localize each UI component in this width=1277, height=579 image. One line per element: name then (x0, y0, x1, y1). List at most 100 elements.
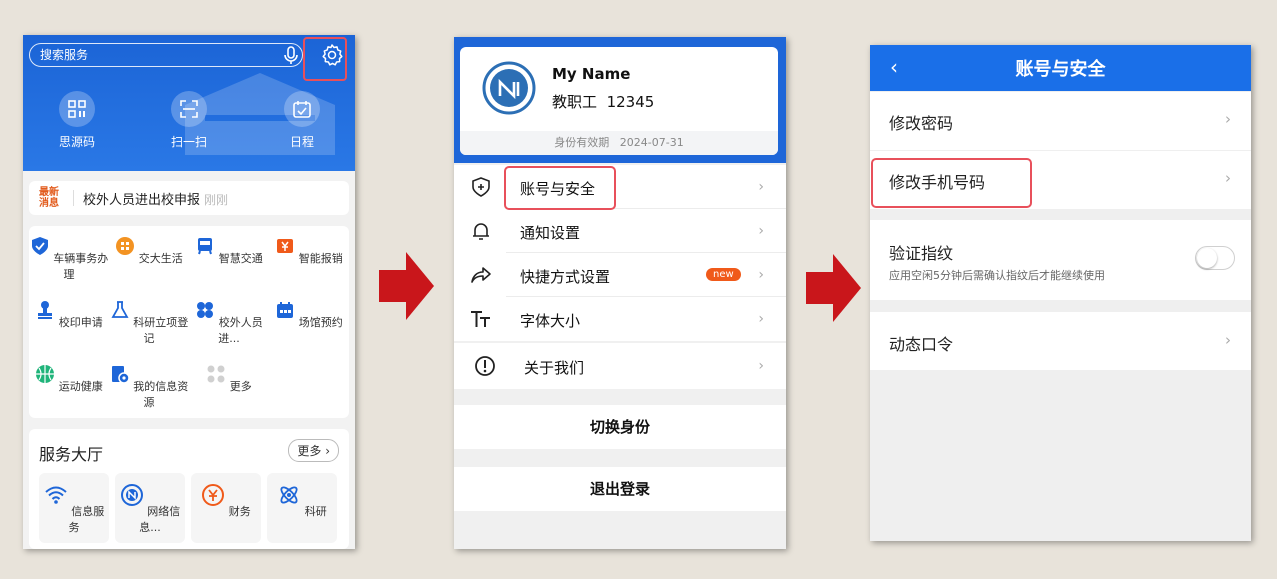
service-hall: 服务大厅 更多 › 信息服务 网络信息... 财务 科研 (29, 429, 349, 549)
quick-action-scan[interactable]: 扫一扫 (159, 91, 219, 150)
logout-button[interactable]: 退出登录 (454, 467, 786, 511)
account-security-highlight (504, 166, 616, 210)
menu-item-shortcuts[interactable]: 快捷方式设置 new › (454, 253, 786, 297)
news-title: 校外人员进出校申报 (83, 193, 201, 208)
grid-item-sports[interactable]: 运动健康 (29, 364, 109, 394)
toggle-knob (1197, 248, 1217, 268)
nav-bar: ‹ 账号与安全 (870, 45, 1251, 91)
hall-card-label: 信息服务 (68, 505, 105, 534)
menu-item-label: 关于我们 (524, 359, 585, 377)
grid-item-traffic[interactable]: 智慧交通 (189, 236, 269, 266)
arrow-right-icon (806, 254, 861, 322)
row-label: 修改密码 (889, 114, 954, 133)
grid-item-label: 更多 (229, 380, 252, 393)
flask-icon (111, 301, 129, 318)
chevron-right-icon: › (758, 223, 764, 239)
dynamic-token-row[interactable]: 动态口令 › (870, 312, 1251, 370)
screen-account-security: ‹ 账号与安全 修改密码 › 修改手机号码 › 验证指纹 应用空闲5分钟后需确认… (870, 45, 1251, 541)
hall-card-label: 科研 (304, 505, 327, 518)
row-label: 动态口令 (889, 335, 954, 354)
news-time: 刚刚 (204, 193, 229, 207)
grid-item-label: 场馆预约 (298, 316, 343, 329)
validity-date: 2024-07-31 (619, 136, 684, 149)
grid-item-reimburse[interactable]: 智能报销 (269, 236, 349, 266)
more-label: 更多 (297, 444, 322, 458)
avatar (482, 61, 536, 115)
home-header: 搜索服务 思源码 扫一扫 日程 (23, 35, 355, 171)
settings-highlight (303, 37, 347, 81)
life-icon (116, 237, 135, 255)
staff-id: 12345 (606, 93, 655, 111)
grid-item-visitor[interactable]: 校外人员进... (189, 300, 269, 346)
network-icon (120, 484, 143, 506)
row-description: 应用空闲5分钟后需确认指纹后才能继续使用 (889, 269, 1105, 282)
quick-action-qrcode[interactable]: 思源码 (47, 91, 107, 150)
grid-item-research[interactable]: 科研立项登记 (109, 300, 189, 346)
scan-icon (180, 100, 198, 118)
grid-item-seal[interactable]: 校印申请 (29, 300, 109, 330)
quick-action-label: 扫一扫 (170, 135, 207, 149)
quick-action-label: 日程 (289, 135, 314, 149)
quick-action-calendar[interactable]: 日程 (272, 91, 332, 150)
hall-card-network[interactable]: 网络信息... (115, 473, 185, 543)
qr-code-icon (68, 100, 86, 118)
font-size-icon (471, 311, 490, 327)
grid-item-more[interactable]: 更多 (189, 364, 269, 394)
fingerprint-row: 验证指纹 应用空闲5分钟后需确认指纹后才能继续使用 (870, 220, 1251, 300)
hall-card-research[interactable]: 科研 (267, 473, 337, 543)
switch-identity-button[interactable]: 切换身份 (454, 405, 786, 449)
service-hall-more-button[interactable]: 更多 › (288, 439, 339, 462)
search-input[interactable]: 搜索服务 (29, 43, 303, 67)
hall-card-info[interactable]: 信息服务 (39, 473, 109, 543)
basketball-icon (36, 365, 55, 383)
grid-item-label: 交大生活 (138, 252, 183, 265)
news-text: 校外人员进出校申报 刚刚 (83, 189, 228, 208)
hall-card-finance[interactable]: 财务 (191, 473, 261, 543)
grid-item-myinfo[interactable]: 我的信息资源 (109, 364, 189, 410)
change-password-row[interactable]: 修改密码 › (870, 92, 1251, 150)
grid-item-label: 校印申请 (58, 316, 103, 329)
atom-icon (280, 486, 298, 504)
screen-home: 搜索服务 思源码 扫一扫 日程 最新消息 校外人员进出校申报 刚刚 车辆事务办理… (23, 35, 355, 549)
profile-name: My Name (552, 65, 631, 83)
menu-item-notifications[interactable]: 通知设置 › (454, 209, 786, 253)
news-banner[interactable]: 最新消息 校外人员进出校申报 刚刚 (29, 181, 349, 215)
profile-card[interactable]: My Name 教职工 12345 身份有效期 2024-07-31 (460, 47, 778, 155)
service-grid: 车辆事务办理 交大生活 智慧交通 智能报销 校印申请 科研立项登记 校外人员进.… (29, 226, 349, 418)
grid-item-label: 科研立项登记 (133, 316, 189, 345)
reimburse-icon (277, 239, 294, 253)
grid-item-life[interactable]: 交大生活 (109, 236, 189, 266)
fingerprint-toggle[interactable] (1195, 246, 1235, 270)
grid-item-label: 校外人员进... (218, 316, 263, 345)
hall-card-label: 财务 (228, 505, 251, 518)
microphone-icon[interactable] (281, 45, 301, 65)
shield-plus-icon (472, 177, 490, 197)
grid-item-vehicle[interactable]: 车辆事务办理 (29, 236, 109, 282)
share-arrow-icon (471, 267, 491, 283)
wifi-icon (45, 486, 67, 504)
chevron-right-icon: › (758, 179, 764, 195)
new-badge: new (706, 268, 741, 281)
news-divider (73, 190, 74, 206)
row-label: 验证指纹 (889, 244, 954, 263)
menu-item-about[interactable]: 关于我们 › (454, 343, 786, 389)
grid-item-venue[interactable]: 场馆预约 (269, 300, 349, 330)
grid-item-label: 智能报销 (298, 252, 343, 265)
validity-label: 身份有效期 (554, 136, 610, 149)
quick-action-label: 思源码 (58, 135, 95, 149)
shield-icon (31, 237, 48, 255)
hall-card-label: 网络信息... (139, 505, 181, 534)
profile-role: 教职工 12345 (552, 91, 654, 112)
chevron-right-icon: › (1225, 110, 1231, 128)
menu-item-label: 快捷方式设置 (520, 268, 611, 286)
seal-icon (38, 301, 53, 319)
info-circle-icon (475, 356, 495, 376)
menu-item-label: 字体大小 (520, 312, 581, 330)
chevron-right-icon: › (758, 358, 764, 374)
grid-item-label: 运动健康 (58, 380, 103, 393)
menu-item-font-size[interactable]: 字体大小 › (454, 297, 786, 341)
chevron-right-icon: › (758, 311, 764, 327)
apps-icon (197, 302, 214, 318)
arrow-right-icon (379, 252, 434, 320)
service-hall-title: 服务大厅 (39, 445, 104, 464)
